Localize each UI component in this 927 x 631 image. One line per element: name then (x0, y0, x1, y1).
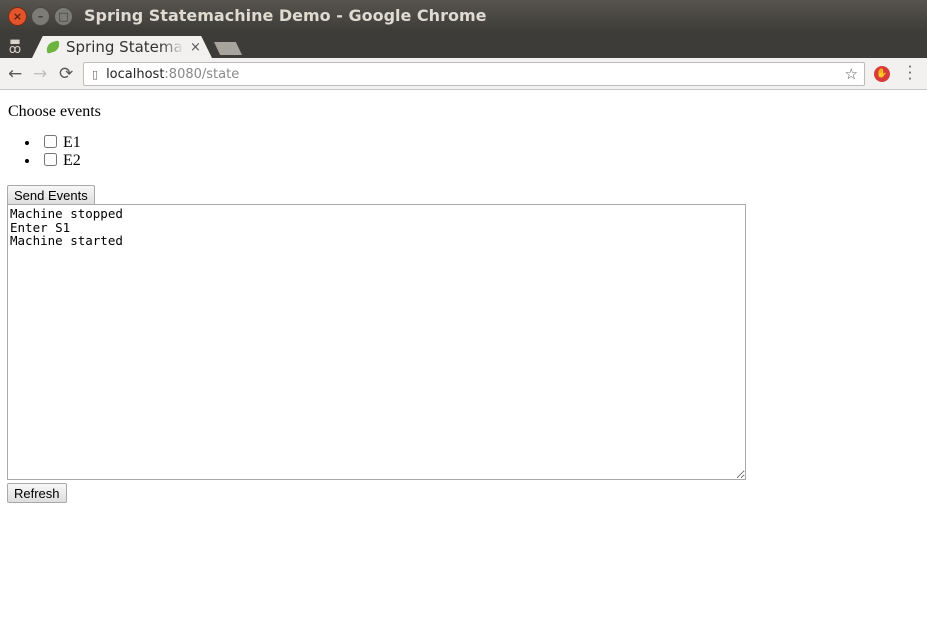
forward-arrow-icon[interactable]: → (33, 64, 47, 84)
url-host: localhost (106, 66, 165, 82)
close-icon: × (12, 10, 23, 23)
incognito-icon: ▬ ꝏ (8, 34, 22, 56)
event-label-e2: E2 (63, 152, 81, 169)
spring-leaf-icon (44, 40, 62, 54)
event-item-e1: E1 (40, 134, 81, 152)
refresh-button[interactable]: Refresh (7, 483, 67, 503)
reload-icon[interactable]: ⟳ (59, 64, 73, 84)
window-minimize-button[interactable]: – (31, 7, 50, 26)
back-arrow-icon[interactable]: ← (8, 64, 22, 84)
tab-close-icon[interactable]: × (190, 40, 201, 55)
maximize-icon: □ (58, 10, 69, 23)
tab-spring-statemachine[interactable]: Spring Statemachine Demo × (32, 36, 212, 58)
event-label-e1: E1 (63, 134, 81, 151)
bookmark-star-icon[interactable]: ☆ (845, 65, 858, 83)
new-tab-button[interactable] (214, 42, 242, 55)
chrome-menu-icon[interactable]: · · · (906, 60, 914, 87)
page-icon: ▯ (92, 67, 99, 81)
extension-icon[interactable]: ✋ (874, 66, 890, 82)
tab-bar: ▬ꝏ Spring Statemachine Demo × (0, 32, 927, 58)
window-close-button[interactable]: × (8, 7, 27, 26)
event-checkbox-e2[interactable] (44, 153, 57, 166)
tab-title: Spring Statemachine Demo (66, 38, 184, 56)
page-heading: Choose events (8, 103, 101, 120)
event-item-e2: E2 (40, 152, 81, 170)
window-titlebar: × – □ Spring Statemachine Demo - Google … (0, 0, 927, 32)
browser-toolbar: ← → ⟳ ▯ localhost:8080/state ☆ ✋ · · · (0, 58, 927, 90)
address-bar[interactable]: ▯ localhost:8080/state ☆ (83, 62, 865, 86)
event-checkbox-e1[interactable] (44, 135, 57, 148)
send-events-button[interactable]: Send Events (7, 185, 95, 205)
minimize-icon: – (37, 10, 44, 23)
state-log-textarea[interactable]: Machine stopped Enter S1 Machine started (7, 204, 746, 480)
window-title: Spring Statemachine Demo - Google Chrome (84, 6, 487, 25)
url-path: :8080/state (164, 66, 240, 82)
window-maximize-button[interactable]: □ (54, 7, 73, 26)
event-list: E1 E2 (0, 134, 81, 170)
